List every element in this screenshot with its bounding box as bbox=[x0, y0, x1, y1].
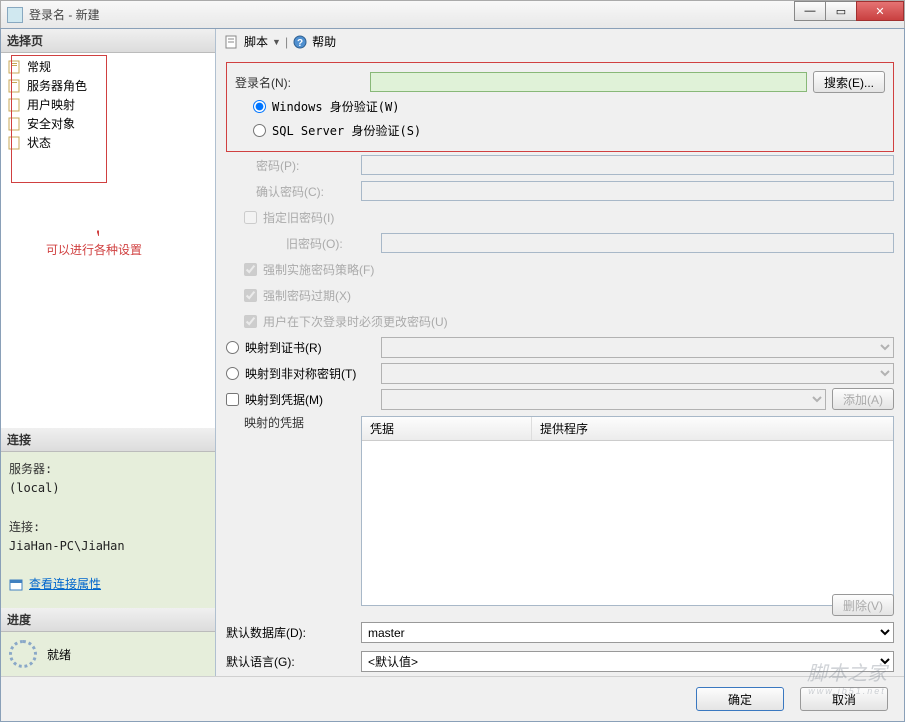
delete-cred-button: 删除(V) bbox=[832, 594, 894, 616]
page-icon bbox=[7, 60, 23, 74]
enforce-expire-checkbox: 强制密码过期(X) bbox=[244, 287, 351, 304]
progress-header: 进度 bbox=[1, 608, 215, 632]
search-button[interactable]: 搜索(E)... bbox=[813, 71, 885, 93]
svg-text:?: ? bbox=[297, 38, 303, 49]
view-connection-properties-link[interactable]: 查看连接属性 bbox=[9, 575, 101, 594]
help-icon: ? bbox=[292, 34, 308, 50]
map-cert-radio[interactable]: 映射到证书(R) bbox=[226, 339, 381, 356]
close-button[interactable]: ✕ bbox=[856, 1, 904, 21]
title-bar: 登录名 - 新建 — ▭ ✕ bbox=[0, 0, 905, 28]
map-cred-checkbox[interactable]: 映射到凭据(M) bbox=[226, 391, 381, 408]
help-button[interactable]: 帮助 bbox=[312, 33, 336, 50]
script-dropdown-icon[interactable]: ▼ bbox=[272, 37, 281, 47]
windows-auth-radio[interactable]: Windows 身份验证(W) bbox=[253, 98, 399, 115]
page-icon bbox=[7, 117, 23, 131]
sidebar-item-securables[interactable]: 安全对象 bbox=[7, 114, 209, 133]
page-icon bbox=[7, 98, 23, 112]
sidebar-item-label: 常规 bbox=[27, 58, 51, 75]
must-change-checkbox: 用户在下次登录时必须更改密码(U) bbox=[244, 313, 448, 330]
sidebar-item-label: 状态 bbox=[27, 134, 51, 151]
specify-old-checkbox: 指定旧密码(I) bbox=[244, 209, 334, 226]
app-icon bbox=[7, 7, 23, 23]
page-icon bbox=[7, 136, 23, 150]
sidebar-item-general[interactable]: 常规 bbox=[7, 57, 209, 76]
minimize-button[interactable]: — bbox=[794, 1, 826, 21]
server-label: 服务器: bbox=[9, 460, 207, 479]
page-icon bbox=[7, 79, 23, 93]
annotation-arrow bbox=[97, 181, 99, 236]
progress-status: 就绪 bbox=[47, 646, 71, 663]
old-password-input bbox=[381, 233, 894, 253]
enforce-policy-checkbox: 强制实施密码策略(F) bbox=[244, 261, 374, 278]
script-icon bbox=[224, 34, 240, 50]
sidebar-item-server-roles[interactable]: 服务器角色 bbox=[7, 76, 209, 95]
password-input bbox=[361, 155, 894, 175]
sidebar-item-status[interactable]: 状态 bbox=[7, 133, 209, 152]
progress-spinner-icon bbox=[9, 640, 37, 668]
progress-panel: 就绪 bbox=[1, 632, 215, 676]
old-password-label: 旧密码(O): bbox=[246, 235, 381, 252]
script-button[interactable]: 脚本 bbox=[244, 33, 268, 50]
default-lang-label: 默认语言(G): bbox=[226, 653, 361, 670]
sidebar-item-label: 用户映射 bbox=[27, 96, 75, 113]
select-page-panel: 可以进行各种设置 常规 服务器角色 用户映射 安全对象 状态 bbox=[1, 53, 215, 428]
sidebar-item-user-mapping[interactable]: 用户映射 bbox=[7, 95, 209, 114]
map-cert-combo bbox=[381, 337, 894, 358]
maximize-button[interactable]: ▭ bbox=[825, 1, 857, 21]
dialog-footer: 确定 取消 bbox=[1, 676, 904, 721]
col-credential: 凭据 bbox=[362, 417, 532, 440]
map-cred-combo bbox=[381, 389, 826, 410]
default-db-combo[interactable]: master bbox=[361, 622, 894, 643]
cancel-button[interactable]: 取消 bbox=[800, 687, 888, 711]
sidebar-item-label: 服务器角色 bbox=[27, 77, 87, 94]
login-highlight-frame: 登录名(N): 搜索(E)... Windows 身份验证(W) SQL Ser… bbox=[226, 62, 894, 152]
confirm-password-label: 确认密码(C): bbox=[226, 183, 361, 200]
connection-panel: 服务器: (local) 连接: JiaHan-PC\JiaHan 查看连接属性 bbox=[1, 452, 215, 608]
sql-auth-radio[interactable]: SQL Server 身份验证(S) bbox=[253, 122, 421, 139]
login-name-input[interactable] bbox=[370, 72, 807, 92]
mapped-cred-label: 映射的凭据 bbox=[226, 414, 361, 431]
col-provider: 提供程序 bbox=[532, 417, 893, 440]
server-value: (local) bbox=[9, 479, 207, 498]
connection-label: 连接: bbox=[9, 518, 207, 537]
sidebar: 选择页 可以进行各种设置 常规 服务器角色 用户映射 安全对象 状态 连接 服务… bbox=[1, 29, 216, 676]
toolbar: 脚本 ▼ | ? 帮助 bbox=[216, 29, 904, 54]
password-label: 密码(P): bbox=[226, 157, 361, 174]
select-page-header: 选择页 bbox=[1, 29, 215, 53]
map-asym-radio[interactable]: 映射到非对称密钥(T) bbox=[226, 365, 381, 382]
default-lang-combo[interactable]: <默认值> bbox=[361, 651, 894, 672]
ok-button[interactable]: 确定 bbox=[696, 687, 784, 711]
login-name-label: 登录名(N): bbox=[235, 74, 370, 91]
default-db-label: 默认数据库(D): bbox=[226, 624, 361, 641]
map-asym-combo bbox=[381, 363, 894, 384]
connection-value: JiaHan-PC\JiaHan bbox=[9, 537, 207, 556]
add-cred-button: 添加(A) bbox=[832, 388, 894, 410]
properties-icon bbox=[9, 578, 25, 592]
connection-header: 连接 bbox=[1, 428, 215, 452]
annotation-text: 可以进行各种设置 bbox=[46, 241, 142, 258]
content-area: 脚本 ▼ | ? 帮助 登录名(N): 搜索(E)... Windows 身份验… bbox=[216, 29, 904, 676]
credentials-grid: 凭据 提供程序 bbox=[361, 416, 894, 606]
sidebar-item-label: 安全对象 bbox=[27, 115, 75, 132]
window-title: 登录名 - 新建 bbox=[29, 6, 795, 23]
confirm-password-input bbox=[361, 181, 894, 201]
